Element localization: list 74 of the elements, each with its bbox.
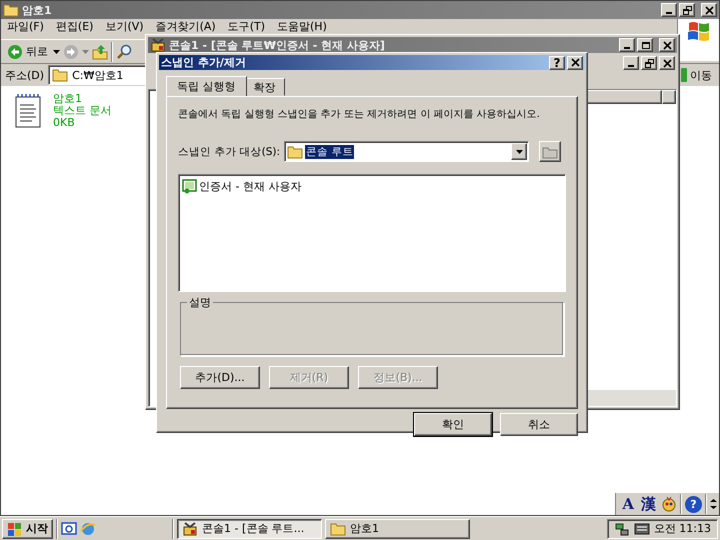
tab[interactable]: 독립 실행형 <box>166 76 246 96</box>
go-button[interactable]: 이동 <box>679 67 717 83</box>
menu-item[interactable]: 편집(E) <box>50 20 100 34</box>
restore-button[interactable] <box>641 56 657 70</box>
target-dropdown[interactable]: 콘솔 루트 <box>284 141 530 162</box>
start-button[interactable]: 시작 <box>2 518 53 538</box>
action-button[interactable]: 추가(D)... <box>180 366 260 389</box>
window-title: 암호1 <box>22 2 53 18</box>
clock: 오전 11:13 <box>654 521 711 536</box>
close-button[interactable] <box>701 3 717 17</box>
caret-icon <box>53 50 60 54</box>
folder-icon <box>287 144 304 160</box>
file-type: 텍스트 문서 <box>53 105 112 117</box>
minimize-icon <box>628 65 634 67</box>
dialog-button[interactable]: 취소 <box>500 413 578 436</box>
palette-icon[interactable] <box>661 496 677 512</box>
back-button[interactable]: 뒤로 <box>5 42 50 60</box>
language-mode-button[interactable]: 漢 <box>639 494 658 514</box>
close-icon <box>704 6 714 14</box>
group-label: 설명 <box>187 295 213 310</box>
minimize-icon <box>666 12 672 14</box>
toolbox-icon <box>150 37 166 53</box>
restore-icon <box>682 6 692 14</box>
target-label: 스냅인 추가 대상(S): <box>178 144 280 158</box>
menu-item[interactable]: 파일(F) <box>1 20 50 34</box>
taskbar-button[interactable]: 암호1 <box>325 518 470 538</box>
desktop-icon[interactable] <box>61 520 77 536</box>
dialog-button[interactable]: 확인 <box>414 413 492 436</box>
close-icon <box>662 58 672 68</box>
folder-icon <box>330 520 346 536</box>
menu-item[interactable]: 즐겨찾기(A) <box>150 20 222 34</box>
close-button[interactable] <box>659 56 675 70</box>
menu-item[interactable]: 보기(V) <box>99 20 150 34</box>
browse-button[interactable] <box>539 141 561 162</box>
search-icon[interactable] <box>116 44 132 60</box>
folder-icon <box>3 2 19 18</box>
menu-item[interactable]: 도구(T) <box>222 20 271 34</box>
minimize-button[interactable] <box>623 56 639 70</box>
folder-icon <box>52 67 68 83</box>
up-folder-icon[interactable] <box>92 44 108 60</box>
flag-icon <box>7 520 23 536</box>
certificate-icon <box>182 178 198 194</box>
list-item[interactable]: 인증서 - 현재 사용자 <box>182 178 302 194</box>
intro-text: 콘솔에서 독립 실행형 스냅인을 추가 또는 제거하려면 이 페이지를 사용하십시오. <box>178 108 540 121</box>
menu-item[interactable]: 도움말(H) <box>271 20 333 34</box>
options-icon[interactable] <box>710 498 717 510</box>
close-button[interactable] <box>567 56 583 70</box>
file-size: 0KB <box>53 117 76 129</box>
tab[interactable]: 확장 <box>244 78 284 96</box>
close-icon <box>662 40 672 50</box>
dialog-title: 스냅인 추가/제거 <box>161 55 247 70</box>
help-button[interactable]: ? <box>685 496 702 512</box>
minimize-button[interactable] <box>661 3 677 17</box>
help-button[interactable]: ? <box>549 56 565 70</box>
keyboard-icon[interactable] <box>634 520 650 536</box>
restore-button[interactable] <box>679 3 695 17</box>
flag-icon <box>686 20 712 42</box>
maximize-icon <box>640 40 650 50</box>
minimize-icon <box>624 47 630 49</box>
address-label: 주소(D) <box>5 68 44 82</box>
notepad-icon <box>13 93 43 129</box>
close-icon <box>570 58 580 67</box>
file-name: 암호1 <box>53 93 83 105</box>
maximize-button[interactable] <box>637 38 653 52</box>
language-mode-button[interactable]: A <box>620 495 636 513</box>
taskbar-button[interactable]: 콘솔1 - [콘솔 루트... <box>177 518 322 538</box>
close-button[interactable] <box>659 38 675 52</box>
restore-icon <box>644 58 654 68</box>
minimize-button[interactable] <box>619 38 635 52</box>
caret-icon <box>82 50 89 54</box>
caret-icon <box>516 150 523 154</box>
network-icon[interactable] <box>614 520 630 536</box>
window-title: 콘솔1 - [콘솔 루트₩인증서 - 현재 사용자] <box>169 38 386 52</box>
toolbox-icon <box>182 520 198 536</box>
